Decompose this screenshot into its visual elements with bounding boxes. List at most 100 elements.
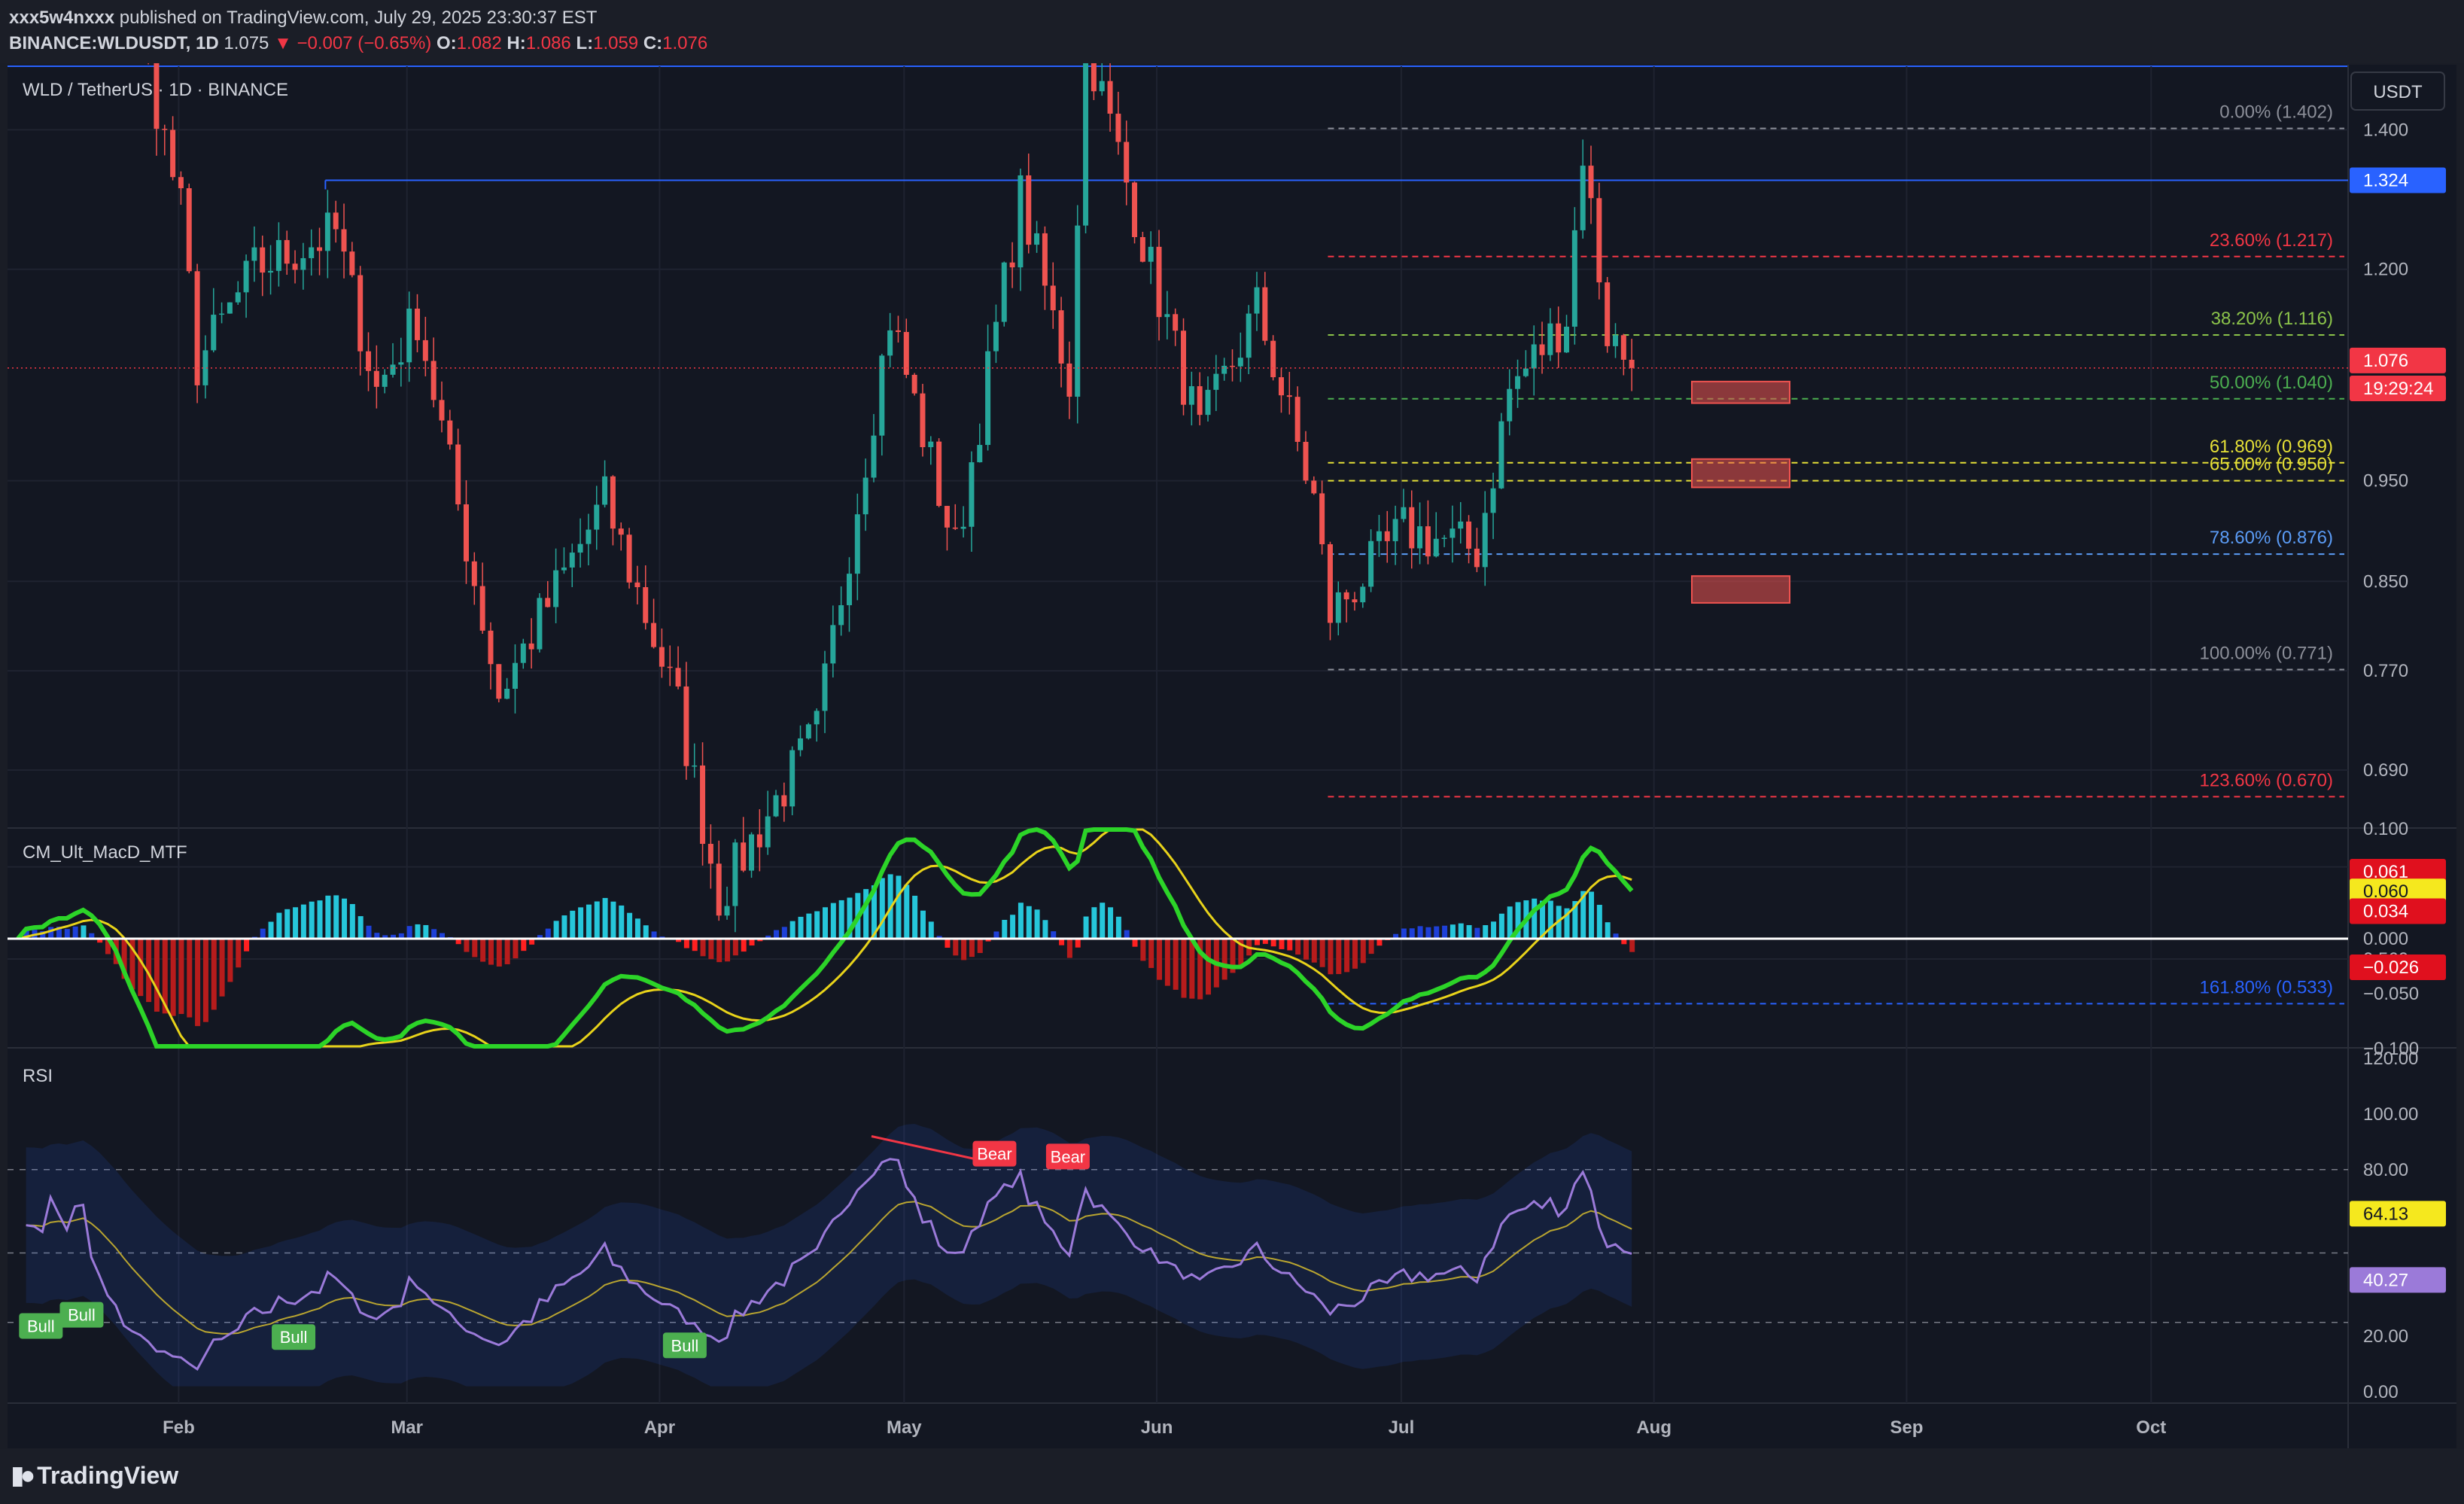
macd-histogram-bar <box>1458 923 1464 939</box>
macd-histogram-bar <box>1132 939 1138 947</box>
macd-histogram-bar <box>1042 920 1048 939</box>
macd-histogram-bar <box>1474 927 1480 939</box>
candle-body <box>235 292 241 303</box>
publish-line: xxx5w4nxxx published on TradingView.com,… <box>9 8 597 29</box>
candle-body <box>1417 526 1423 549</box>
macd-axis-label: −0.050 <box>2363 984 2419 1004</box>
candle-body <box>1466 521 1472 549</box>
candle-body <box>1335 592 1341 623</box>
candle-body <box>357 275 364 352</box>
candle-body <box>1547 323 1553 355</box>
signal-label-text: Bull <box>671 1336 699 1355</box>
time-axis-label: Aug <box>1636 1417 1672 1438</box>
candle-body <box>1091 63 1097 92</box>
candle-body <box>1620 335 1626 360</box>
candle-body <box>512 662 518 690</box>
fib-level-label: 38.20% (1.116) <box>2211 309 2333 329</box>
candle-body <box>928 441 934 448</box>
macd-histogram-bar <box>309 901 315 939</box>
macd-histogram-bar <box>1417 926 1423 939</box>
chart-canvas[interactable]: 0.00% (1.402) 23.60% (1.217) 38.20% (1.116… <box>0 63 2464 1448</box>
candle-body <box>1596 198 1602 283</box>
macd-histogram-bar <box>545 928 551 939</box>
candle-body <box>756 834 762 848</box>
macd-histogram-bar <box>1221 939 1227 980</box>
candle-body <box>577 543 583 553</box>
macd-histogram-bar <box>643 925 649 939</box>
macd-histogram-bar <box>1148 939 1154 968</box>
symbol-label: BINANCE:WLDUSDT, 1D <box>9 33 219 53</box>
target-box <box>1691 575 1790 604</box>
macd-histogram-bar <box>1124 930 1130 939</box>
macd-histogram-bar <box>1018 903 1024 939</box>
candle-body <box>920 393 926 448</box>
macd-histogram-bar <box>700 939 706 957</box>
candle-body <box>1050 285 1056 311</box>
macd-legend[interactable]: CM_Ult_MacD_MTF <box>23 842 187 863</box>
candle-body <box>1294 397 1300 442</box>
macd-histogram-bar <box>570 910 576 939</box>
main-legend[interactable]: WLD / TetherUS · 1D · BINANCE <box>23 80 288 100</box>
tradingview-logo-text: TradingView <box>37 1461 179 1489</box>
macd-histogram-bar <box>406 926 412 939</box>
fib-level-label: 23.60% (1.217) <box>2210 230 2333 251</box>
candle-body <box>700 765 706 845</box>
candle-body <box>602 476 608 505</box>
candle-body <box>716 863 722 916</box>
macd-histogram-bar <box>1442 925 1448 939</box>
tradingview-logo[interactable]: ▮● TradingView <box>11 1460 178 1490</box>
signal-label-text: Bull <box>68 1306 96 1325</box>
rsi-axis-label: 120.00 <box>2363 1049 2418 1069</box>
candle-body <box>1303 441 1309 481</box>
currency-button-label[interactable]: USDT <box>2373 82 2423 102</box>
candle-body <box>496 664 502 699</box>
price-axis-label: 0.850 <box>2363 571 2408 592</box>
macd-histogram-bar <box>1425 927 1431 939</box>
macd-histogram-bar <box>431 929 437 939</box>
macd-histogram-bar <box>1287 939 1293 951</box>
candle-body <box>300 257 306 270</box>
author-name[interactable]: xxx5w4nxxx <box>9 8 114 28</box>
rsi-axis-label: 80.00 <box>2363 1160 2408 1180</box>
candle-body <box>1009 262 1015 268</box>
candle-body <box>422 339 428 361</box>
candle-body <box>1230 365 1235 367</box>
macd-histogram-bar <box>1368 939 1374 954</box>
rsi-legend[interactable]: RSI <box>23 1066 53 1086</box>
macd-histogram-bar <box>195 939 201 1027</box>
candle-body <box>1392 519 1398 541</box>
candle-body <box>1629 359 1635 368</box>
candle-body <box>781 795 787 807</box>
candle-body <box>1507 388 1513 422</box>
macd-histogram-bar <box>561 915 567 939</box>
candle-body <box>520 643 526 663</box>
macd-histogram-bar <box>1352 939 1358 969</box>
candle-body <box>1254 287 1260 314</box>
candle-body <box>1458 521 1464 529</box>
macd-histogram-bar <box>732 939 738 956</box>
time-axis-label: Sep <box>1890 1417 1923 1438</box>
macd-histogram-bar <box>187 939 193 1018</box>
macd-histogram-bar <box>912 895 918 939</box>
candle-body <box>406 309 412 363</box>
candle-body <box>936 441 942 507</box>
candle-body <box>1262 287 1268 341</box>
macd-histogram-bar <box>1401 928 1407 939</box>
time-axis-label: Jul <box>1389 1417 1415 1438</box>
macd-histogram-bar <box>202 939 208 1022</box>
macd-histogram-bar <box>1002 919 1008 939</box>
macd-histogram-bar <box>504 939 510 964</box>
macd-histogram-bar <box>1450 924 1456 939</box>
published-text: published on TradingView.com, July 29, 2… <box>119 8 598 28</box>
macd-histogram-bar <box>1140 939 1146 961</box>
macd-histogram-bar <box>236 939 242 968</box>
macd-histogram-bar <box>170 939 176 1016</box>
macd-histogram-bar <box>1344 939 1350 973</box>
candle-body <box>1083 63 1089 226</box>
macd-histogram-bar <box>1409 928 1415 939</box>
macd-histogram-bar <box>333 895 339 939</box>
signal-label-text: Bear <box>1051 1147 1085 1166</box>
macd-histogram-bar <box>798 916 804 939</box>
price-axis-label: 1.200 <box>2363 260 2408 280</box>
candle-body <box>675 668 681 687</box>
